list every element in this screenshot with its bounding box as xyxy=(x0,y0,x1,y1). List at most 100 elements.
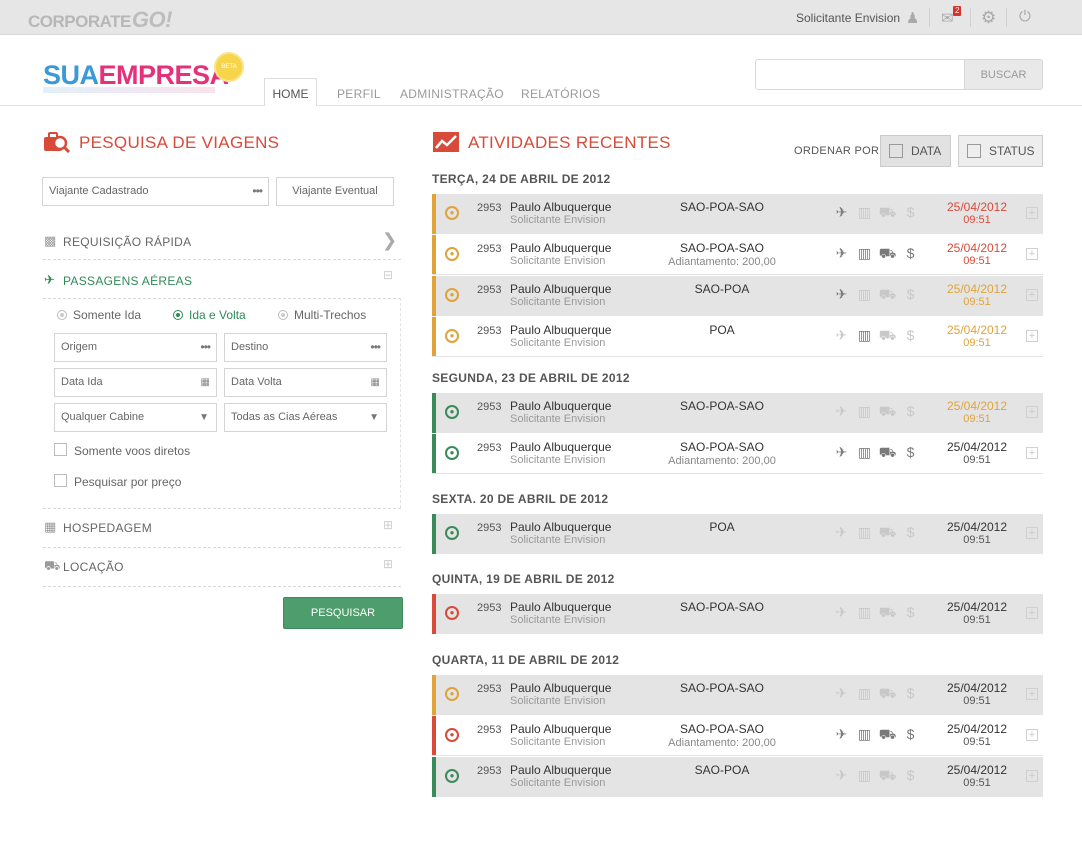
divider xyxy=(43,586,401,587)
activity-row[interactable]: ● 2953 Paulo Albuquerque Solicitante Envisi… xyxy=(432,235,1043,275)
nav-home[interactable]: HOME xyxy=(264,78,317,113)
plane-icon: ✈ xyxy=(835,327,848,343)
expand-icon[interactable]: + xyxy=(1026,406,1038,418)
requester-role: Solicitante Envision xyxy=(510,695,606,707)
air-tickets-label[interactable]: PASSAGENS AÉREAS xyxy=(63,274,192,288)
search-by-price-label: Pesquisar por preço xyxy=(74,475,182,489)
user-icon[interactable]: ♟ xyxy=(906,9,919,27)
nav-relatorios[interactable]: RELATÓRIOS xyxy=(521,87,600,101)
traveler-field[interactable]: Viajante Cadastrado ••• xyxy=(42,177,269,206)
car-icon: ⛟ xyxy=(878,286,897,302)
activity-row[interactable]: ● 2953 Paulo Albuquerque Solicitante Envisi… xyxy=(432,434,1043,474)
nav-perfil[interactable]: PERFIL xyxy=(337,87,381,101)
order-by-date-button[interactable]: DATA xyxy=(880,135,951,167)
hotel-icon: ▥ xyxy=(857,685,872,701)
mail-icon[interactable]: ✉ xyxy=(941,9,954,27)
activity-row[interactable]: ● 2953 Paulo Albuquerque Solicitante Envisi… xyxy=(432,194,1043,234)
radio-one-way[interactable]: Somente Ida xyxy=(57,308,141,322)
hotel-icon: ▥ xyxy=(857,286,872,302)
quick-request-icon: ▩ xyxy=(44,233,57,248)
activity-row[interactable]: ● 2953 Paulo Albuquerque Solicitante Envisi… xyxy=(432,276,1043,316)
activity-date: 25/04/2012 xyxy=(946,282,1008,296)
expand-icon[interactable]: + xyxy=(1026,607,1038,619)
travel-search-title: PESQUISA DE VIAGENS xyxy=(79,133,280,152)
expand-icon[interactable]: + xyxy=(1026,729,1038,741)
destination-field[interactable]: Destino ••• xyxy=(224,333,387,362)
activity-time: 09:51 xyxy=(963,777,991,789)
expand-icon[interactable]: + xyxy=(1026,289,1038,301)
service-icons: ✈ ▥ ⛟ $ xyxy=(830,444,922,463)
search-input[interactable] xyxy=(755,59,965,90)
airline-select[interactable]: Todas as Cias Aéreas ▼ xyxy=(224,403,387,432)
direct-flights-checkbox[interactable] xyxy=(54,443,67,456)
expand-icon[interactable]: + xyxy=(1026,207,1038,219)
nav-administracao[interactable]: ADMINISTRAÇÃO xyxy=(400,87,504,101)
expand-icon[interactable]: + xyxy=(1026,248,1038,260)
radio-multi-leg[interactable]: Multi-Trechos xyxy=(278,308,366,322)
search-button[interactable]: BUSCAR xyxy=(964,59,1043,90)
search-by-price-checkbox[interactable] xyxy=(54,474,67,487)
return-date-field[interactable]: Data Volta ▦ xyxy=(224,368,387,397)
traveler-field-label: Viajante Cadastrado xyxy=(49,185,149,197)
collapse-icon[interactable]: ⊟ xyxy=(383,268,393,282)
more-icon[interactable]: ••• xyxy=(252,178,263,205)
departure-date-field[interactable]: Data Ida ▦ xyxy=(54,368,217,397)
plane-icon: ✈ xyxy=(835,286,848,302)
expand-icon[interactable]: + xyxy=(1026,770,1038,782)
divider xyxy=(970,8,971,27)
search-submit-button[interactable]: PESQUISAR xyxy=(283,597,403,629)
calendar-icon[interactable]: ▦ xyxy=(201,369,210,396)
more-icon[interactable]: ••• xyxy=(370,334,381,361)
expand-icon[interactable]: ⊞ xyxy=(383,518,393,532)
requester-role: Solicitante Envision xyxy=(510,614,606,626)
route: SAO-POA xyxy=(694,763,750,777)
activity-time: 09:51 xyxy=(963,534,991,546)
status-bar xyxy=(432,757,436,797)
occasional-traveler-button[interactable]: Viajante Eventual xyxy=(276,177,394,206)
mail-count-badge: 2 xyxy=(953,6,962,16)
power-icon[interactable]: ⏻ xyxy=(1019,8,1031,25)
activity-row[interactable]: ● 2953 Paulo Albuquerque Solicitante Envisi… xyxy=(432,757,1043,797)
divider xyxy=(1006,8,1007,27)
activity-row[interactable]: ● 2953 Paulo Albuquerque Solicitante Envisi… xyxy=(432,514,1043,554)
calendar-icon[interactable]: ▦ xyxy=(371,369,380,396)
status-bar xyxy=(432,434,436,473)
expand-icon[interactable]: ⊞ xyxy=(383,557,393,571)
status-bar xyxy=(432,716,436,755)
route: SAO-POA-SAO xyxy=(679,200,765,214)
activity-date: 25/04/2012 xyxy=(946,200,1008,214)
activity-row[interactable]: ● 2953 Paulo Albuquerque Solicitante Envisi… xyxy=(432,716,1043,756)
expand-icon[interactable]: + xyxy=(1026,527,1038,539)
order-by-status-button[interactable]: STATUS xyxy=(958,135,1043,167)
quick-request-label[interactable]: REQUISIÇÃO RÁPIDA xyxy=(63,235,191,249)
activity-row[interactable]: ● 2953 Paulo Albuquerque Solicitante Envisi… xyxy=(432,594,1043,634)
expand-icon[interactable]: + xyxy=(1026,330,1038,342)
route: SAO-POA-SAO xyxy=(679,681,765,695)
order-by-label: ORDENAR POR: xyxy=(794,145,883,157)
corporate-go-logo[interactable]: CORPORATEGO! xyxy=(28,7,172,33)
gear-icon[interactable]: ⚙ xyxy=(981,8,996,28)
activity-row[interactable]: ● 2953 Paulo Albuquerque Solicitante Envisi… xyxy=(432,675,1043,715)
origin-field[interactable]: Origem ••• xyxy=(54,333,217,362)
activity-time: 09:51 xyxy=(963,736,991,748)
status-bar xyxy=(432,235,436,274)
car-rental-label[interactable]: LOCAÇÃO xyxy=(63,560,124,574)
chevron-right-icon[interactable]: ❯ xyxy=(382,230,397,251)
status-bar xyxy=(432,675,436,715)
radio-round-trip[interactable]: Ida e Volta xyxy=(173,308,246,322)
user-name[interactable]: Solicitante Envision xyxy=(796,11,900,25)
day-header: SEXTA. 20 DE ABRIL DE 2012 xyxy=(432,492,609,506)
activity-row[interactable]: ● 2953 Paulo Albuquerque Solicitante Envisi… xyxy=(432,393,1043,433)
request-number: 2953 xyxy=(477,724,502,736)
expand-icon[interactable]: + xyxy=(1026,447,1038,459)
activity-row[interactable]: ● 2953 Paulo Albuquerque Solicitante Envisi… xyxy=(432,317,1043,357)
request-number: 2953 xyxy=(477,325,502,337)
expand-icon[interactable]: + xyxy=(1026,688,1038,700)
checkbox-icon xyxy=(967,144,981,158)
hotel-label[interactable]: HOSPEDAGEM xyxy=(63,521,152,535)
status-icon: ● xyxy=(445,247,459,261)
plane-icon: ✈ xyxy=(835,767,848,783)
cabin-select[interactable]: Qualquer Cabine ▼ xyxy=(54,403,217,432)
more-icon[interactable]: ••• xyxy=(200,334,211,361)
hotel-icon: ▥ xyxy=(857,767,872,783)
